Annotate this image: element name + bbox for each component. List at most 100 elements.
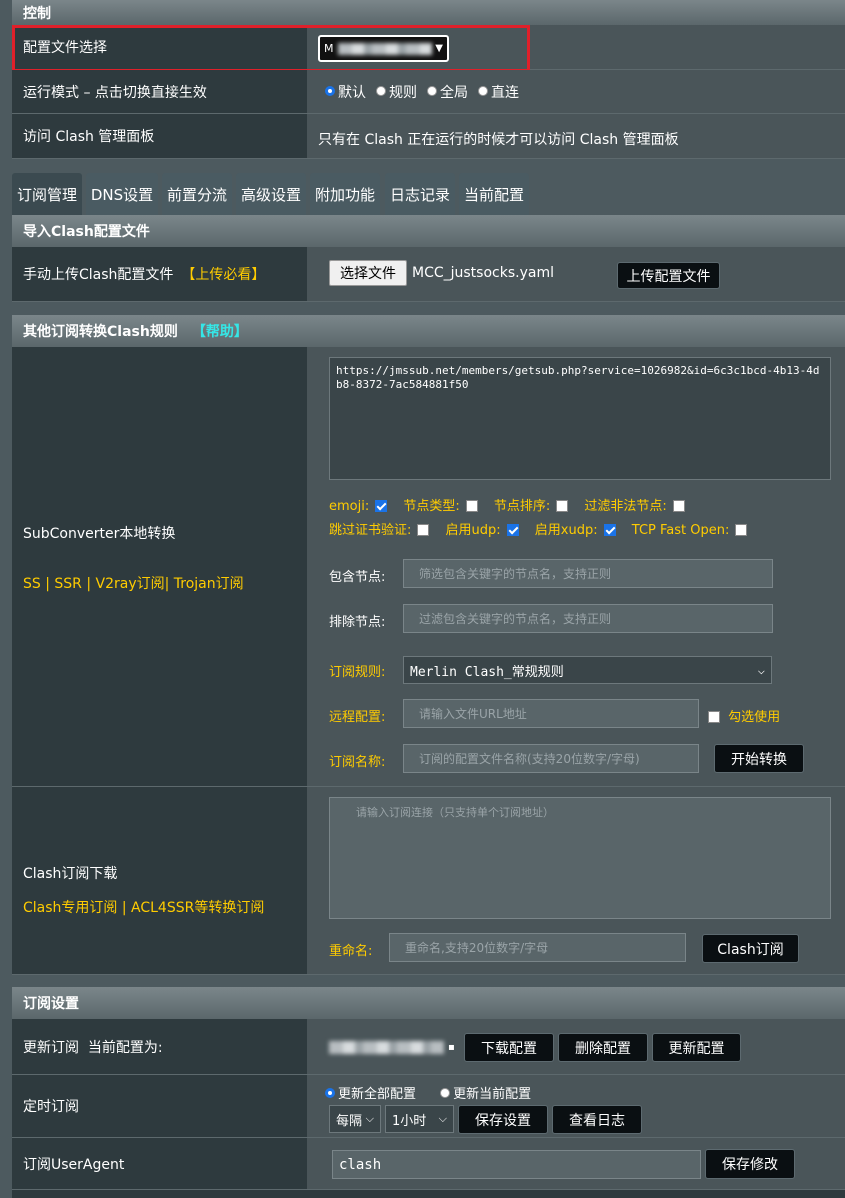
options-row-2: 跳过证书验证: 启用udp: 启用xudp: TCP Fast Open: [329,519,748,538]
remote-config-label: 远程配置: [329,710,386,725]
useragent-label-text: 订阅UserAgent [23,1156,125,1173]
option-udp-checkbox[interactable] [506,523,519,536]
radio-icon [376,85,386,96]
tab-extras[interactable]: 附加功能 [310,173,380,215]
option-tfo-checkbox[interactable] [735,523,748,536]
tab-label: 当前配置 [463,185,524,204]
run-mode-default-label: 默认 [338,84,366,101]
choose-file-button[interactable]: 选择文件 [329,260,407,286]
upload-label: 手动上传Clash配置文件 【上传必看】 [12,247,307,302]
tab-subscription[interactable]: 订阅管理 [12,173,82,215]
useragent-input[interactable]: clash [332,1150,701,1179]
option-skip-cert-checkbox[interactable] [417,523,430,536]
current-config-select[interactable]: ▪ [329,1034,460,1061]
run-mode-direct-label: 直连 [491,84,519,101]
tab-logs[interactable]: 日志记录 [385,173,455,215]
run-mode-rule-label: 规则 [389,84,417,101]
remote-use-label: 勾选使用 [728,710,781,725]
remote-use-option: 勾选使用 [708,706,780,725]
subconverter-subtitle: SS | SSR | V2ray订阅| Trojan订阅 [23,576,244,592]
subconverter-title: SubConverter本地转换 [23,526,176,542]
view-log-button[interactable]: 查看日志 [552,1105,642,1134]
option-node-type-checkbox[interactable] [465,499,478,512]
control-header: 控制 [12,0,845,25]
convert-title: 其他订阅转换Clash规则 [23,324,178,340]
useragent-label: 订阅UserAgent [12,1138,307,1190]
bottom-strip [12,1190,845,1198]
sub-name-input[interactable]: 订阅的配置文件名称(支持20位数字/字母) [403,744,699,773]
option-filter-illegal-checkbox[interactable] [672,499,685,512]
view-log-label: 查看日志 [569,1112,625,1129]
timer-update-all-label: 更新全部配置 [338,1087,417,1102]
download-config-label: 下载配置 [481,1040,537,1057]
clash-download-label-cell: Clash订阅下载 Clash专用订阅 | ACL4SSR等转换订阅 [12,787,307,975]
upload-config-button[interactable]: 上传配置文件 [617,262,720,289]
timer-update-all[interactable]: 更新全部配置 [325,1087,416,1102]
run-mode-direct[interactable]: 直连 [478,82,519,102]
option-node-sort-label: 节点排序: [493,499,551,514]
run-mode-options: 默认 规则 全局 直连 [307,70,845,114]
upload-hint-link[interactable]: 【上传必看】 [181,264,265,284]
option-filter-illegal-label: 过滤非法节点: [584,499,667,514]
option-node-sort-checkbox[interactable] [556,499,569,512]
exclude-nodes-label: 排除节点: [329,615,386,630]
timer-update-current[interactable]: 更新当前配置 [440,1087,531,1102]
highlight-box [12,25,530,72]
download-config-button[interactable]: 下载配置 [464,1033,554,1062]
radio-icon [478,85,488,96]
remote-config-input[interactable]: 请输入文件URL地址 [403,699,699,728]
tab-current-config[interactable]: 当前配置 [459,173,529,215]
rename-input[interactable]: 重命名,支持20位数字/字母 [389,933,686,962]
option-emoji-label: emoji: [329,499,370,514]
delete-config-button[interactable]: 删除配置 [558,1033,648,1062]
subconverter-label-cell: SubConverter本地转换 SS | SSR | V2ray订阅| Tro… [12,347,307,787]
tab-dns[interactable]: DNS设置 [86,173,158,215]
start-convert-button[interactable]: 开始转换 [714,744,804,773]
clash-subscribe-button[interactable]: Clash订阅 [702,934,799,963]
interval-value: 每隔 [336,1113,363,1129]
dashboard-note: 只有在 Clash 正在运行的时候才可以访问 Clash 管理面板 [318,132,679,148]
tab-advanced[interactable]: 高级设置 [236,173,306,215]
dashboard-label: 访问 Clash 管理面板 [12,114,307,159]
exclude-nodes-input[interactable]: 过滤包含关键字的节点名，支持正则 [403,604,773,633]
interval-select[interactable]: 每隔 ⌵ [329,1105,381,1133]
update-sub-label-text: 更新订阅 当前配置为: [23,1039,163,1056]
options-row-1: emoji: 节点类型: 节点排序: 过滤非法节点: [329,495,685,514]
exclude-nodes-placeholder: 过滤包含关键字的节点名，支持正则 [419,612,612,626]
save-useragent-button[interactable]: 保存修改 [705,1149,795,1179]
remote-use-checkbox[interactable] [708,710,720,723]
clash-url-textarea[interactable]: 请输入订阅连接（只支持单个订阅地址） [329,797,831,919]
clash-download-title: Clash订阅下载 [23,866,118,882]
sub-rule-select[interactable]: Merlin Clash_常规规则 ⌵ [403,656,772,684]
save-settings-label: 保存设置 [475,1112,531,1129]
sub-settings-header: 订阅设置 [12,987,845,1019]
run-mode-global-label: 全局 [440,84,468,101]
run-mode-rule[interactable]: 规则 [376,82,417,102]
tab-label: 附加功能 [314,185,375,204]
tab-label: 日志记录 [389,185,450,204]
hours-select[interactable]: 1小时 ⌵ [385,1105,454,1133]
rename-placeholder: 重命名,支持20位数字/字母 [405,941,549,955]
upload-config-label: 上传配置文件 [626,268,711,285]
tab-label: 订阅管理 [16,185,77,204]
subscription-url-textarea[interactable]: https://jmssub.net/members/getsub.php?se… [329,357,831,480]
save-settings-button[interactable]: 保存设置 [458,1105,548,1134]
help-link[interactable]: 【帮助】 [192,321,248,341]
import-header: 导入Clash配置文件 [12,215,845,247]
timer-options: 更新全部配置 更新当前配置 [325,1083,531,1102]
option-tfo-label: TCP Fast Open: [631,523,730,538]
update-config-button[interactable]: 更新配置 [652,1033,741,1062]
chevron-down-icon: ⌵ [438,1112,447,1125]
include-nodes-input[interactable]: 筛选包含关键字的节点名，支持正则 [403,559,773,588]
update-config-label: 更新配置 [668,1040,725,1057]
delete-config-label: 删除配置 [575,1040,631,1057]
tab-pre-routing[interactable]: 前置分流 [162,173,232,215]
option-emoji-checkbox[interactable] [375,499,388,512]
run-mode-global[interactable]: 全局 [427,82,468,102]
tab-label: 前置分流 [166,185,227,204]
tab-label: DNS设置 [90,185,154,204]
option-xudp-checkbox[interactable] [603,523,616,536]
radio-icon [427,85,437,96]
run-mode-default[interactable]: 默认 [325,82,366,102]
rename-label: 重命名: [329,944,373,959]
